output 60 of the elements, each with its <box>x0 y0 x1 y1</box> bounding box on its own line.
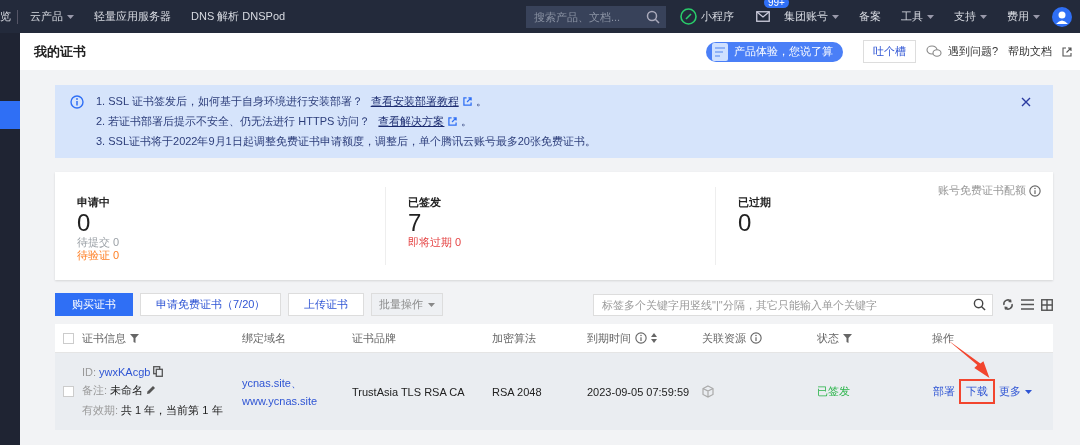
column-header: 加密算法 <box>492 330 536 346</box>
notice-link[interactable]: 查看解决方案 <box>378 114 445 129</box>
toolbar-button[interactable]: 上传证书 <box>288 293 365 316</box>
table-cell: TrustAsia TLS RSA CA <box>352 385 465 398</box>
stat-detail: 待验证 0 <box>77 249 120 262</box>
column-header: 操作 <box>932 330 954 346</box>
column-header: 状态 <box>817 330 839 346</box>
stat-label: 已过期 <box>738 195 771 210</box>
feedback-button[interactable]: 吐个槽 <box>862 40 916 63</box>
action-link[interactable]: 部署 <box>932 382 956 401</box>
docs-link[interactable]: 帮助文档 <box>1008 44 1052 59</box>
id-label: ID: <box>82 365 97 378</box>
domain-link[interactable]: ycnas.site、 <box>242 376 302 391</box>
stat-label: 已签发 <box>408 195 441 210</box>
nav-item[interactable]: DNS 解析 DNSPod <box>191 9 286 24</box>
stat-detail: 即将过期 0 <box>408 236 462 249</box>
stat-count: 7 <box>408 210 422 236</box>
search-field[interactable]: 标签多个关键字用竖线"|"分隔，其它只能输入单个关键字 <box>593 293 993 316</box>
toolbar-button[interactable]: 申请免费证书（7/20） <box>140 293 282 316</box>
nav-item[interactable]: 云产品 <box>30 9 74 24</box>
stat-detail: 待提交 0 <box>77 236 120 249</box>
notice-text: 1. SSL 证书签发后，如何基于自身环境进行安装部署？ <box>96 94 363 109</box>
validity-label: 有效期: <box>82 402 119 418</box>
search-field[interactable]: 搜索产品、文档... <box>526 5 666 28</box>
notice-text: 3. SSL证书将于2022年9月1日起调整免费证书申请额度，调整后，单个腾讯云账号最多20张免费证书。 <box>96 134 596 149</box>
quota-label: 账号免费证书配额 <box>938 183 1026 198</box>
help-link[interactable]: 遇到问题? <box>947 44 998 59</box>
nav-item[interactable]: 费用 <box>1007 9 1040 24</box>
remark-value: 未命名 <box>110 382 144 398</box>
status-text: 已签发 <box>817 384 850 399</box>
nav-item[interactable]: 集团账号 <box>784 9 839 24</box>
table-cell: RSA 2048 <box>492 385 542 398</box>
domain-link[interactable]: www.ycnas.site <box>242 395 318 407</box>
validity-value: 共 1 年，当前第 1 年 <box>121 402 223 418</box>
nav-item[interactable]: 小程序 <box>701 9 734 24</box>
more-link[interactable]: 更多 <box>998 382 1022 401</box>
notice-text: 。 <box>475 94 487 109</box>
stat-label: 申请中 <box>77 195 110 210</box>
nav-item[interactable]: 备案 <box>859 9 881 24</box>
column-header: 关联资源 <box>702 330 746 346</box>
remark-label: 备注: <box>82 382 108 398</box>
nav-item[interactable]: 支持 <box>954 9 987 24</box>
feedback-banner[interactable]: 产品体验，您说了算 <box>705 41 843 62</box>
notice-text: 。 <box>461 114 473 129</box>
stat-count: 0 <box>738 210 752 236</box>
notice-text: 2. 若证书部署后提示不安全、仍无法进行 HTTPS 访问？ <box>96 114 371 129</box>
table-cell: 2023-09-05 07:59:59 <box>587 385 690 398</box>
nav-item[interactable]: 览 <box>0 9 11 24</box>
notice-link[interactable]: 查看安装部署教程 <box>370 94 459 109</box>
page-title: 我的证书 <box>34 42 86 61</box>
nav-item[interactable]: 工具 <box>901 9 934 24</box>
action-link[interactable]: 下载 <box>959 379 995 404</box>
nav-item[interactable]: 轻量应用服务器 <box>94 9 171 24</box>
column-header: 到期时间 <box>587 330 631 346</box>
column-header: 绑定域名 <box>242 330 286 346</box>
stat-count: 0 <box>77 210 91 236</box>
column-header: 证书品牌 <box>352 330 396 346</box>
certificate-id-link[interactable]: ywxKAcgb <box>99 365 151 378</box>
toolbar-button[interactable]: 购买证书 <box>55 293 133 316</box>
column-header: 证书信息 <box>82 330 126 346</box>
